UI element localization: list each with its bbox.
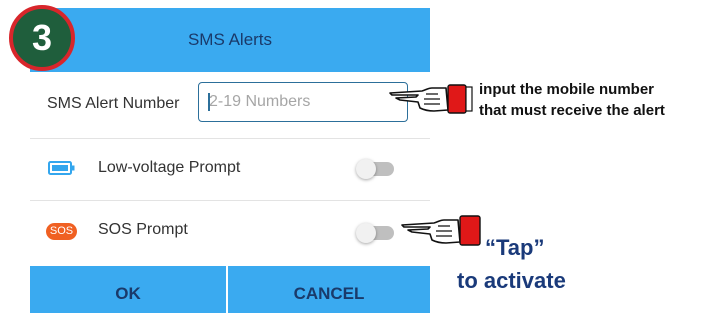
pointing-hand-icon [388, 80, 476, 116]
tap-instruction-line1: “Tap” [485, 235, 545, 260]
sms-alerts-dialog: SMS Alerts SMS Alert Number Low-voltage … [30, 8, 430, 313]
cancel-button[interactable]: CANCEL [228, 266, 430, 313]
low-voltage-prompt-row: Low-voltage Prompt [30, 139, 430, 201]
input-instruction-note: input the mobile number that must receiv… [479, 79, 709, 121]
pointing-hand-icon [400, 212, 490, 248]
sos-prompt-toggle[interactable] [356, 223, 396, 243]
toggle-knob [356, 159, 376, 179]
note-line: that must receive the alert [479, 102, 665, 119]
dialog-header: SMS Alerts [30, 8, 430, 72]
tutorial-screenshot: SMS Alerts SMS Alert Number Low-voltage … [0, 0, 713, 313]
step-number-badge: 3 [9, 5, 75, 71]
sms-alert-number-row: SMS Alert Number [30, 72, 430, 139]
tap-instruction-line2: to activate [457, 268, 566, 293]
sms-alert-number-input[interactable] [198, 82, 408, 122]
sos-icon: SOS [46, 223, 77, 240]
sos-prompt-row: SOS SOS Prompt [30, 201, 430, 264]
ok-button[interactable]: OK [30, 266, 226, 313]
text-cursor [208, 93, 210, 111]
low-voltage-prompt-label: Low-voltage Prompt [98, 159, 241, 176]
sos-prompt-label: SOS Prompt [98, 221, 188, 238]
dialog-title: SMS Alerts [187, 30, 273, 49]
sms-alert-number-label: SMS Alert Number [47, 95, 180, 112]
toggle-knob [356, 223, 376, 243]
low-voltage-prompt-toggle[interactable] [356, 159, 396, 179]
note-line: input the mobile number [479, 81, 654, 98]
battery-icon [48, 161, 76, 175]
